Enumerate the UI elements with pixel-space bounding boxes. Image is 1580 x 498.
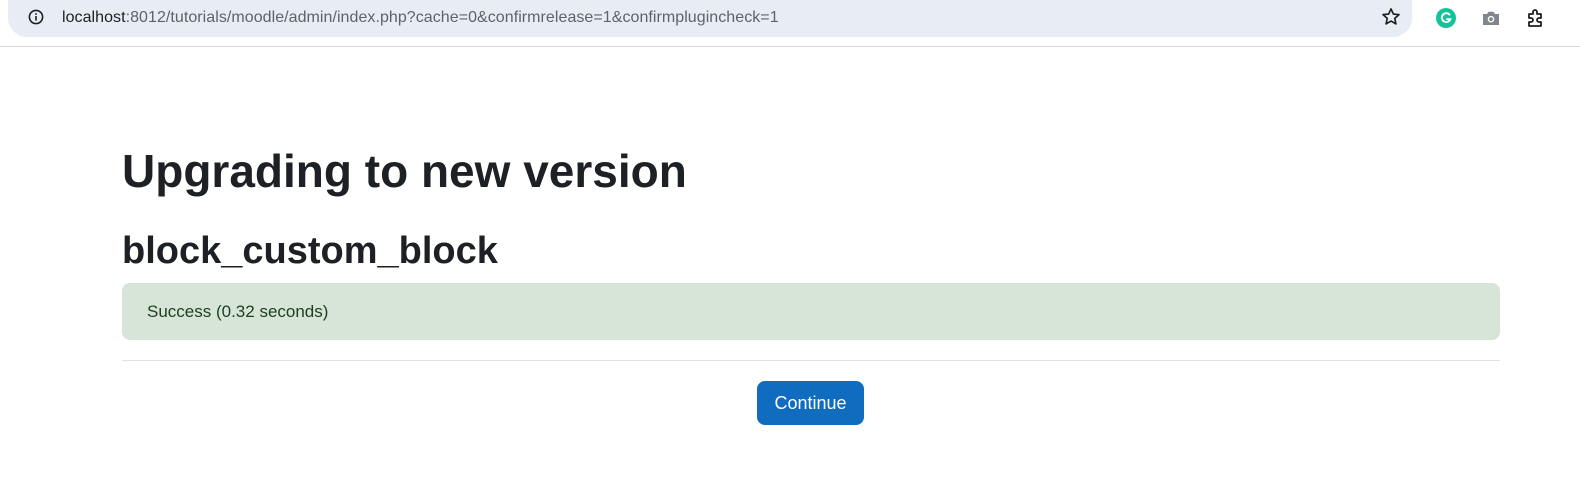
address-bar[interactable]: localhost:8012/tutorials/moodle/admin/in… [8,0,1412,37]
page-title: Upgrading to new version [122,145,687,197]
plugin-heading: block_custom_block [122,230,498,272]
url-host: localhost [62,9,126,26]
camera-icon[interactable] [1480,7,1502,29]
extensions-icon[interactable] [1525,7,1547,29]
grammarly-icon[interactable] [1435,7,1457,29]
info-icon[interactable] [28,9,44,25]
url-path: :8012/tutorials/moodle/admin/index.php?c… [125,9,779,26]
status-message: Success (0.32 seconds) [147,302,329,321]
url-text[interactable]: localhost:8012/tutorials/moodle/admin/in… [62,9,779,27]
browser-toolbar: localhost:8012/tutorials/moodle/admin/in… [0,0,1580,47]
divider [122,360,1500,361]
continue-button[interactable]: Continue [757,381,864,425]
star-icon[interactable] [1380,6,1402,28]
success-alert: Success (0.32 seconds) [122,283,1500,340]
